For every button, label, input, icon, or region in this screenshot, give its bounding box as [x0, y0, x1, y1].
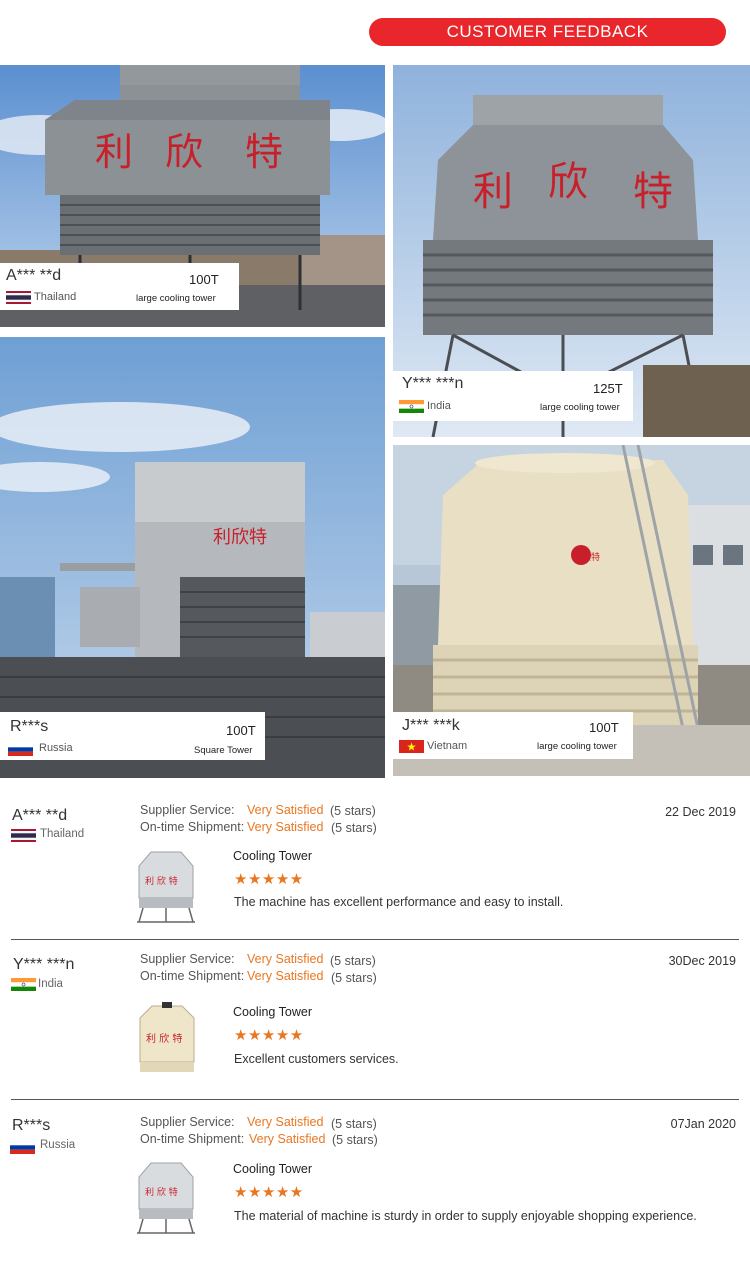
- shipment-stars: (5 stars): [331, 971, 377, 985]
- tower-lettering-1: 利: [473, 169, 513, 215]
- tower-type-label: large cooling tower: [537, 741, 617, 752]
- supplier-service-value: Very Satisfied: [247, 803, 324, 817]
- photo-vietnam-tower: 利欣特 J*** ***k 100T Vietnam large cooling…: [393, 445, 750, 776]
- svg-text:利欣特: 利欣特: [573, 551, 600, 563]
- tower-lettering-3: 特: [633, 169, 673, 215]
- customer-name: Y*** ***n: [402, 375, 464, 392]
- photo-caption-card: A*** **d 100T Thailand large cooling tow…: [0, 263, 239, 310]
- cooling-tower-thumbnail: 利 欣 特: [136, 1002, 198, 1074]
- rating-stars: ★★★★★: [234, 1184, 304, 1201]
- customer-name: R***s: [10, 718, 49, 735]
- shipment-value: Very Satisfied: [249, 1132, 326, 1146]
- supplier-service-label: Supplier Service:: [140, 803, 235, 817]
- shipment-label: On-time Shipment:: [140, 969, 245, 983]
- supplier-service-stars: (5 stars): [330, 804, 376, 818]
- photo-russia-tower: 利欣特 R***s 100T Russia Square Tower: [0, 337, 385, 778]
- customer-name: J*** ***k: [402, 717, 460, 734]
- svg-text:利 欣 特: 利 欣 特: [145, 875, 178, 887]
- review-entry: Y*** ***n India Supplier Service: Very S…: [0, 950, 750, 1100]
- tower-lettering-3: 特: [245, 130, 283, 174]
- tower-lettering: 利欣特: [213, 527, 267, 548]
- india-flag-icon: [399, 400, 424, 413]
- supplier-service-value: Very Satisfied: [247, 952, 324, 966]
- tower-lettering-2: 欣: [548, 159, 588, 205]
- customer-feedback-banner: CUSTOMER FEEDBACK: [369, 18, 726, 46]
- review-date: 07Jan 2020: [670, 1117, 736, 1131]
- review-date: 30Dec 2019: [668, 954, 736, 968]
- vietnam-flag-icon: [399, 740, 424, 753]
- review-entry: A*** **d Thailand Supplier Service: Very…: [0, 800, 750, 940]
- supplier-service-stars: (5 stars): [331, 1117, 377, 1131]
- country-label: India: [427, 400, 451, 412]
- tower-type-label: large cooling tower: [540, 402, 620, 413]
- product-name: Cooling Tower: [233, 1162, 312, 1176]
- photo-caption-card: J*** ***k 100T Vietnam large cooling tow…: [393, 712, 633, 759]
- cooling-tower-thumbnail: 利 欣 特: [133, 1159, 199, 1235]
- reviewer-country: Russia: [40, 1139, 76, 1151]
- tower-lettering-2: 欣: [165, 130, 203, 174]
- reviewer-country: Thailand: [40, 828, 85, 840]
- supplier-service-label: Supplier Service:: [140, 1115, 235, 1129]
- rating-stars: ★★★★★: [234, 871, 304, 888]
- shipment-stars: (5 stars): [332, 1133, 378, 1147]
- capacity-label: 100T: [226, 723, 256, 738]
- capacity-label: 125T: [593, 381, 623, 396]
- shipment-label: On-time Shipment:: [140, 820, 245, 834]
- supplier-service-value: Very Satisfied: [247, 1115, 324, 1129]
- russia-flag-icon: [10, 1141, 35, 1154]
- country-label: Thailand: [34, 291, 77, 303]
- supplier-service-label: Supplier Service:: [140, 952, 235, 966]
- review-comment: Excellent customers services.: [234, 1052, 399, 1066]
- photo-india-tower: 利 欣 特 Y*** ***n 125T India large cooling…: [393, 65, 750, 437]
- reviewer-name: R***s: [12, 1117, 51, 1134]
- india-flag-icon: [11, 978, 36, 991]
- rating-stars: ★★★★★: [234, 1027, 304, 1044]
- reviewer-name: Y*** ***n: [13, 956, 75, 973]
- country-label: Russia: [39, 742, 73, 754]
- supplier-service-stars: (5 stars): [330, 954, 376, 968]
- photo-caption-card: Y*** ***n 125T India large cooling tower: [393, 371, 633, 421]
- tower-type-label: large cooling tower: [136, 293, 216, 304]
- tower-type-label: Square Tower: [194, 745, 253, 756]
- shipment-value: Very Satisfied: [247, 820, 324, 834]
- review-comment: The machine has excellent performance an…: [234, 895, 564, 909]
- photo-caption-card: R***s 100T Russia Square Tower: [0, 712, 265, 760]
- photo-thailand-tower: 利 欣 特 A*** **d 100T Thailand large cooli…: [0, 65, 385, 327]
- product-name: Cooling Tower: [233, 849, 312, 863]
- reviewer-name: A*** **d: [12, 807, 68, 824]
- svg-text:利 欣 特: 利 欣 特: [145, 1186, 178, 1198]
- shipment-label: On-time Shipment:: [140, 1132, 245, 1146]
- capacity-label: 100T: [589, 720, 619, 735]
- product-name: Cooling Tower: [233, 1005, 312, 1019]
- capacity-label: 100T: [189, 272, 219, 287]
- review-divider: [11, 1099, 739, 1100]
- reviewer-country: India: [38, 978, 63, 990]
- country-label: Vietnam: [427, 740, 468, 752]
- thailand-flag-icon: [6, 291, 31, 304]
- cooling-tower-thumbnail: 利 欣 特: [133, 848, 199, 924]
- svg-text:利 欣 特: 利 欣 特: [146, 1032, 182, 1045]
- customer-name: A*** **d: [6, 267, 62, 284]
- review-divider: [11, 939, 739, 940]
- review-comment: The material of machine is sturdy in ord…: [234, 1209, 697, 1223]
- shipment-stars: (5 stars): [331, 821, 377, 835]
- russia-flag-icon: [8, 743, 33, 756]
- shipment-value: Very Satisfied: [247, 969, 324, 983]
- tower-lettering-1: 利: [95, 130, 133, 174]
- review-entry: R***s Russia Supplier Service: Very Sati…: [0, 1113, 750, 1263]
- review-date: 22 Dec 2019: [665, 805, 736, 819]
- thailand-flag-icon: [11, 829, 36, 842]
